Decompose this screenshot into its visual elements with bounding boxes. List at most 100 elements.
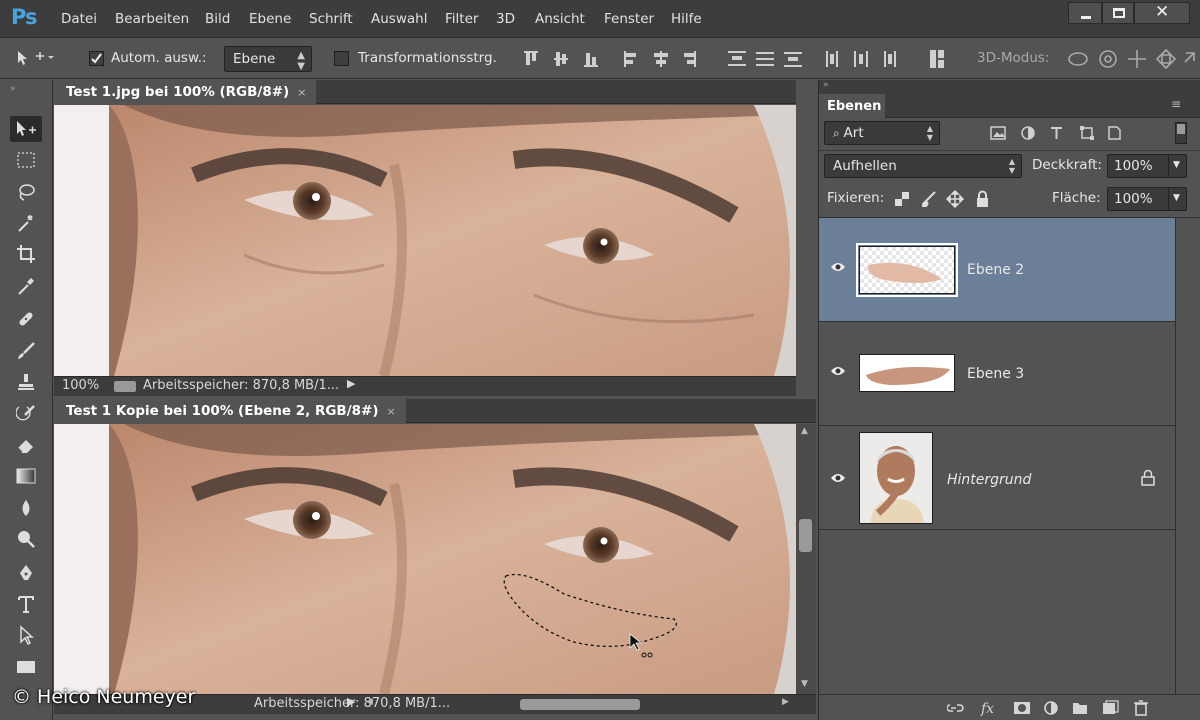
- menu-fenster[interactable]: Fenster: [604, 11, 654, 27]
- lock-icons-group: [893, 190, 993, 208]
- eraser-tool[interactable]: [10, 432, 42, 458]
- minimize-button[interactable]: [1068, 2, 1102, 24]
- layer-thumbnail[interactable]: [859, 432, 933, 524]
- filter-toggle-switch[interactable]: [1175, 122, 1187, 144]
- menu-bearbeiten[interactable]: Bearbeiten: [115, 11, 189, 27]
- panel-menu-icon[interactable]: ≡: [1171, 97, 1181, 111]
- lock-position-icon: [945, 190, 965, 208]
- close-button[interactable]: ✕: [1134, 2, 1190, 24]
- visibility-eye-icon[interactable]: [830, 261, 846, 273]
- document-tab-1-title: Test 1.jpg bei 100% (RGB/8#): [66, 84, 290, 100]
- maximize-button[interactable]: [1102, 2, 1134, 24]
- vertical-scrollbar[interactable]: ▲ ▼: [796, 424, 816, 694]
- zoom-level[interactable]: 100%: [62, 378, 99, 393]
- layer-thumbnail[interactable]: [856, 243, 958, 297]
- menu-schrift[interactable]: Schrift: [309, 11, 353, 27]
- document-tab-2[interactable]: Test 1 Kopie bei 100% (Ebene 2, RGB/8#) ×: [54, 399, 406, 423]
- distribute-hcenter-icon: [854, 51, 856, 67]
- fill-field[interactable]: 100% ▼: [1107, 187, 1187, 211]
- horizontal-scroll-thumb[interactable]: [520, 699, 640, 710]
- status-bar-1: 100% Arbeitsspeicher: 870,8 MB/1... ▶: [54, 376, 796, 396]
- tools-panel: »: [0, 80, 53, 720]
- pen-tool[interactable]: [10, 560, 42, 586]
- menu-bild[interactable]: Bild: [205, 11, 230, 27]
- layer-thumbnail[interactable]: [859, 354, 955, 392]
- opacity-value: 100%: [1114, 158, 1153, 174]
- visibility-eye-icon[interactable]: [830, 365, 846, 377]
- layers-tab[interactable]: Ebenen: [819, 94, 885, 118]
- rectangle-tool[interactable]: [10, 654, 42, 680]
- close-tab-icon[interactable]: ×: [297, 86, 306, 99]
- menu-auswahl[interactable]: Auswahl: [371, 11, 427, 27]
- menu-ansicht[interactable]: Ansicht: [535, 11, 585, 27]
- layer-name[interactable]: Ebene 3: [967, 366, 1024, 382]
- stamp-tool[interactable]: [10, 369, 42, 395]
- 3d-mode-label: 3D-Modus:: [977, 50, 1050, 66]
- status-menu-arrow-icon[interactable]: ▶: [347, 377, 355, 390]
- layer-row-ebene-3[interactable]: Ebene 3: [819, 322, 1175, 426]
- healing-brush-tool[interactable]: [10, 306, 42, 332]
- layer-row-ebene-2[interactable]: Ebene 2: [819, 218, 1175, 322]
- layer-row-hintergrund[interactable]: Hintergrund: [819, 426, 1175, 530]
- close-tab-icon[interactable]: ×: [387, 405, 396, 418]
- scroll-up-icon[interactable]: ▲: [801, 426, 808, 436]
- menu-ebene[interactable]: Ebene: [249, 11, 291, 27]
- lock-label: Fixieren:: [827, 190, 885, 206]
- history-brush-tool[interactable]: [10, 400, 42, 426]
- auto-select-target-value: Ebene: [233, 51, 276, 67]
- opacity-dropdown-arrow-icon[interactable]: ▼: [1168, 155, 1186, 177]
- brush-tool[interactable]: [10, 338, 42, 364]
- menu-datei[interactable]: Datei: [61, 11, 97, 27]
- minimize-icon: [1081, 16, 1091, 19]
- menu-filter[interactable]: Filter: [445, 11, 478, 27]
- layer-name[interactable]: Hintergrund: [947, 472, 1031, 488]
- visibility-eye-icon[interactable]: [830, 472, 846, 484]
- type-tool[interactable]: [10, 591, 42, 617]
- auto-align-icon: [930, 50, 936, 68]
- panel-tabbar: Ebenen ≡: [819, 94, 1200, 118]
- collapse-arrows-icon[interactable]: »: [10, 84, 16, 94]
- move-tool[interactable]: [10, 116, 42, 142]
- align-bottom-icon: [584, 65, 598, 67]
- filter-toggle-knob: [1177, 124, 1185, 134]
- eyedropper-tool[interactable]: [10, 273, 42, 299]
- blend-mode-value: Aufhellen: [833, 158, 897, 174]
- document-canvas-1[interactable]: [54, 105, 796, 376]
- layer-filter-dropdown[interactable]: ⌕ Art ▲ ▼: [824, 121, 940, 145]
- gradient-tool[interactable]: [10, 463, 42, 489]
- distribute-right-icon: [884, 51, 886, 67]
- dodge-tool[interactable]: [10, 526, 42, 552]
- collapse-arrows-icon[interactable]: »: [823, 80, 829, 90]
- marquee-tool[interactable]: [10, 147, 42, 173]
- status-menu-arrow-icon[interactable]: ▶: [347, 695, 355, 708]
- fill-dropdown-arrow-icon[interactable]: ▼: [1168, 188, 1186, 210]
- document-canvas-2[interactable]: [54, 424, 796, 694]
- blend-mode-dropdown[interactable]: Aufhellen ▲ ▼: [824, 154, 1022, 178]
- distribute-icons-group: [726, 48, 966, 70]
- fill-value: 100%: [1114, 191, 1153, 207]
- opacity-field[interactable]: 100% ▼: [1107, 154, 1187, 178]
- distribute-bottom-icon: [784, 52, 802, 54]
- 3d-mode-icons: [1066, 47, 1196, 71]
- scroll-down-icon[interactable]: ▼: [801, 679, 808, 689]
- document-tab-1[interactable]: Test 1.jpg bei 100% (RGB/8#) ×: [54, 80, 317, 104]
- menu-3d[interactable]: 3D: [496, 11, 515, 27]
- layers-scrollbar[interactable]: [1175, 218, 1200, 696]
- menu-hilfe[interactable]: Hilfe: [671, 11, 702, 27]
- lasso-tool[interactable]: [10, 179, 42, 205]
- document-tabbar-2: Test 1 Kopie bei 100% (Ebene 2, RGB/8#) ×: [54, 399, 816, 423]
- magic-wand-tool[interactable]: [10, 210, 42, 236]
- auto-select-checkbox[interactable]: [89, 51, 104, 66]
- move-tool-preset-icon[interactable]: [14, 47, 54, 69]
- layers-panel: » Ebenen ≡ ⌕ Art ▲ ▼ Aufhellen ▲ ▼ Deckkra…: [818, 80, 1200, 720]
- layer-name[interactable]: Ebene 2: [967, 262, 1024, 278]
- auto-select-target-dropdown[interactable]: Ebene ▲ ▼: [224, 46, 312, 72]
- blur-tool[interactable]: [10, 495, 42, 521]
- crop-tool[interactable]: [10, 241, 42, 267]
- path-selection-tool[interactable]: [10, 622, 42, 648]
- scroll-left-icon[interactable]: ◀: [366, 697, 373, 707]
- scroll-right-icon[interactable]: ▶: [782, 697, 789, 707]
- transform-controls-checkbox[interactable]: [334, 51, 349, 66]
- layers-footer: fx: [819, 694, 1200, 720]
- scroll-thumb[interactable]: [799, 519, 812, 552]
